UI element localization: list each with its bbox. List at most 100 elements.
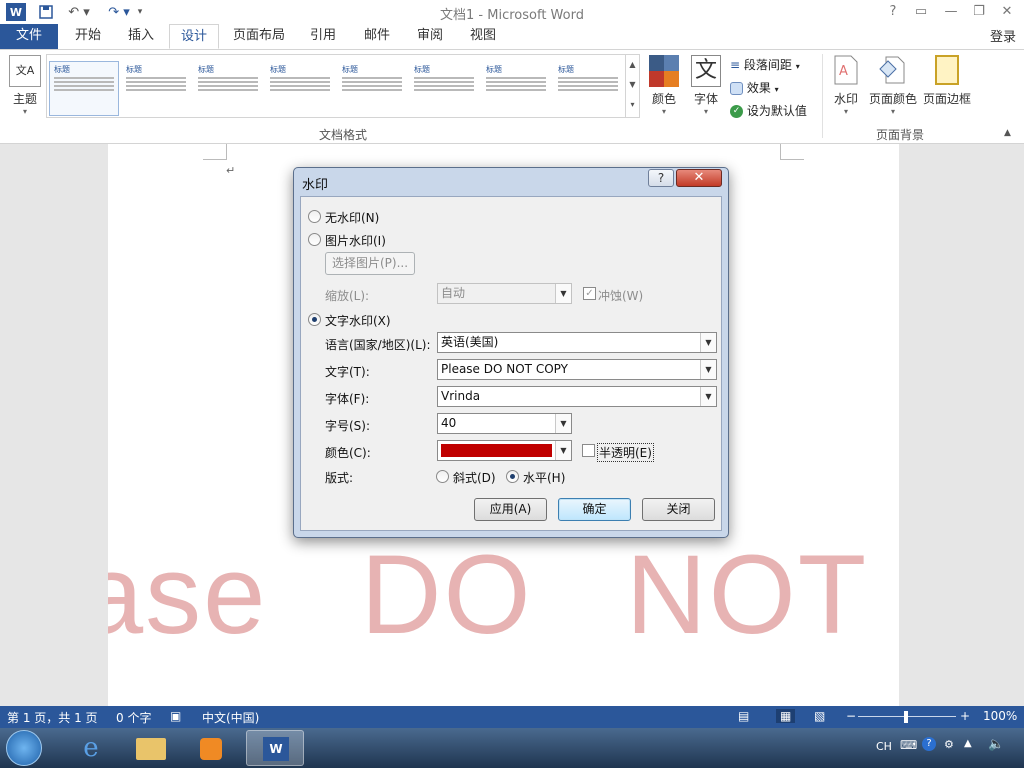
watermark-button[interactable]: A 水印 ▾ xyxy=(830,55,862,116)
theme-fonts-label: 字体 xyxy=(693,92,718,106)
semitransparent-label: 半透明(E) xyxy=(597,443,654,462)
tray-expand-icon[interactable]: ▲ xyxy=(964,738,972,749)
paragraph-mark: ↵ xyxy=(226,164,236,177)
restore-button[interactable]: ❐ xyxy=(966,2,992,22)
diagonal-label: 斜式(D) xyxy=(453,471,496,485)
apply-button[interactable]: 应用(A) xyxy=(474,498,547,521)
diagonal-radio[interactable] xyxy=(436,470,449,483)
zoom-in-button[interactable]: + xyxy=(960,709,970,723)
page-color-button[interactable]: 页面颜色 ▾ xyxy=(868,55,918,116)
settings-tray-icon[interactable]: ⚙ xyxy=(944,738,954,751)
text-watermark-label: 文字水印(X) xyxy=(325,314,391,328)
close-dialog-button[interactable]: 关闭 xyxy=(642,498,715,521)
page-count[interactable]: 第 1 页，共 1 页 xyxy=(7,709,98,726)
watermark-icon: A xyxy=(831,55,861,87)
watermark-text-layer: Please DO NOT COPY xyxy=(108,530,899,670)
chevron-down-icon: ▾ xyxy=(703,107,708,116)
watermark-label: 水印 xyxy=(833,92,858,106)
minimize-button[interactable]: — xyxy=(938,2,964,22)
internet-explorer-icon[interactable]: e xyxy=(62,730,120,766)
dialog-help-button[interactable]: ? xyxy=(648,169,674,187)
svg-text:A: A xyxy=(839,64,848,79)
semitransparent-checkbox[interactable] xyxy=(582,444,595,457)
sign-in-link[interactable]: 登录 xyxy=(990,26,1016,45)
tab-design[interactable]: 设计 xyxy=(169,24,219,49)
ribbon-design: 文A 主题 ▾ 标题 标题 标题 标题 标题 标题 标题 标题 ▲ ▼ ▾ 文档格式… xyxy=(0,49,1024,144)
style-set-thumb[interactable]: 标题 xyxy=(265,61,335,116)
theme-colors-button[interactable]: 颜色 ▾ xyxy=(646,55,682,116)
tab-insert[interactable]: 插入 xyxy=(116,24,166,49)
tab-layout[interactable]: 页面布局 xyxy=(224,24,294,49)
tab-mailings[interactable]: 邮件 xyxy=(352,24,402,49)
group-label-document-formatting: 文档格式 xyxy=(318,128,367,142)
gallery-scroll[interactable]: ▲ ▼ ▾ xyxy=(625,55,639,117)
tab-review[interactable]: 审阅 xyxy=(405,24,455,49)
close-button[interactable]: ✕ xyxy=(994,2,1020,22)
effects-button[interactable]: 效果 ▾ xyxy=(730,79,779,96)
theme-fonts-button[interactable]: 文 字体 ▾ xyxy=(688,55,724,116)
chevron-down-icon: ▾ xyxy=(843,107,848,116)
palette-icon xyxy=(649,55,679,87)
style-set-thumb[interactable]: 标题 xyxy=(553,61,623,116)
web-layout-icon[interactable]: ▧ xyxy=(814,709,825,723)
volume-icon[interactable]: 🔈 xyxy=(988,737,1004,752)
style-set-thumb[interactable]: 标题 xyxy=(49,61,119,116)
washout-checkbox[interactable]: ✓ xyxy=(583,287,596,300)
color-label: 颜色(C): xyxy=(325,446,371,460)
themes-button[interactable]: 文A 主题 ▾ xyxy=(6,55,44,116)
text-combobox[interactable]: Please DO NOT COPY ▼ xyxy=(437,359,717,380)
effects-icon xyxy=(730,82,743,95)
font-select[interactable]: Vrinda ▼ xyxy=(437,386,717,407)
style-set-thumb[interactable]: 标题 xyxy=(193,61,263,116)
tab-file[interactable]: 文件 xyxy=(0,24,58,49)
dialog-title: 水印 xyxy=(302,178,329,193)
word-count[interactable]: 0 个字 xyxy=(116,709,151,726)
select-picture-button[interactable]: 选择图片(P)... xyxy=(325,252,415,275)
dialog-close-button[interactable]: ✕ xyxy=(676,169,722,187)
collapse-ribbon-icon[interactable]: ▲ xyxy=(1004,128,1011,138)
paragraph-spacing-button[interactable]: ≡ 段落间距 ▾ xyxy=(730,56,800,73)
tab-home[interactable]: 开始 xyxy=(62,24,114,49)
language-status[interactable]: 中文(中国) xyxy=(202,709,259,726)
page-borders-button[interactable]: 页面边框 xyxy=(922,55,972,107)
font-label: 字体(F): xyxy=(325,392,370,406)
style-set-thumb[interactable]: 标题 xyxy=(409,61,479,116)
ime-indicator[interactable]: CH xyxy=(876,740,892,753)
tab-view[interactable]: 视图 xyxy=(458,24,508,49)
ribbon-display-icon[interactable]: ▭ xyxy=(908,2,934,22)
start-button[interactable] xyxy=(6,730,42,766)
dialog-body: 无水印(N) 图片水印(I) 选择图片(P)... 缩放(L): 自动 ▼ ✓ 冲… xyxy=(300,196,722,531)
help-tray-icon[interactable]: ? xyxy=(922,737,936,751)
margin-corner xyxy=(203,144,227,160)
word-taskbar-button[interactable]: W xyxy=(246,730,304,766)
scale-select[interactable]: 自动 ▼ xyxy=(437,283,572,304)
style-set-thumb[interactable]: 标题 xyxy=(337,61,407,116)
no-watermark-radio[interactable] xyxy=(308,210,321,223)
effects-label: 效果 xyxy=(746,81,771,95)
size-select[interactable]: 40 ▼ xyxy=(437,413,572,434)
proofing-icon[interactable]: ▣ xyxy=(170,709,181,723)
style-set-thumb[interactable]: 标题 xyxy=(121,61,191,116)
horizontal-radio[interactable] xyxy=(506,470,519,483)
help-icon[interactable]: ? xyxy=(880,2,906,22)
zoom-level[interactable]: 100% xyxy=(983,709,1017,723)
print-layout-icon[interactable]: ▦ xyxy=(776,709,796,723)
no-watermark-label: 无水印(N) xyxy=(325,211,380,225)
zoom-slider-thumb[interactable] xyxy=(904,711,908,723)
group-divider xyxy=(822,54,823,138)
tab-references[interactable]: 引用 xyxy=(298,24,348,49)
color-select[interactable]: ▼ xyxy=(437,440,572,461)
keyboard-icon[interactable]: ⌨ xyxy=(900,738,917,752)
zoom-out-button[interactable]: − xyxy=(846,709,856,723)
style-set-thumb[interactable]: 标题 xyxy=(481,61,551,116)
picture-watermark-radio[interactable] xyxy=(308,233,321,246)
media-player-icon[interactable] xyxy=(182,730,240,766)
file-explorer-icon[interactable] xyxy=(122,730,180,766)
ok-button[interactable]: 确定 xyxy=(558,498,631,521)
set-default-button[interactable]: ✓ 设为默认值 xyxy=(730,102,807,119)
style-set-gallery: 标题 标题 标题 标题 标题 标题 标题 标题 ▲ ▼ ▾ xyxy=(46,54,640,118)
language-select[interactable]: 英语(美国) ▼ xyxy=(437,332,717,353)
read-mode-icon[interactable]: ▤ xyxy=(738,709,749,723)
color-swatch xyxy=(441,444,552,457)
text-watermark-radio[interactable] xyxy=(308,313,321,326)
